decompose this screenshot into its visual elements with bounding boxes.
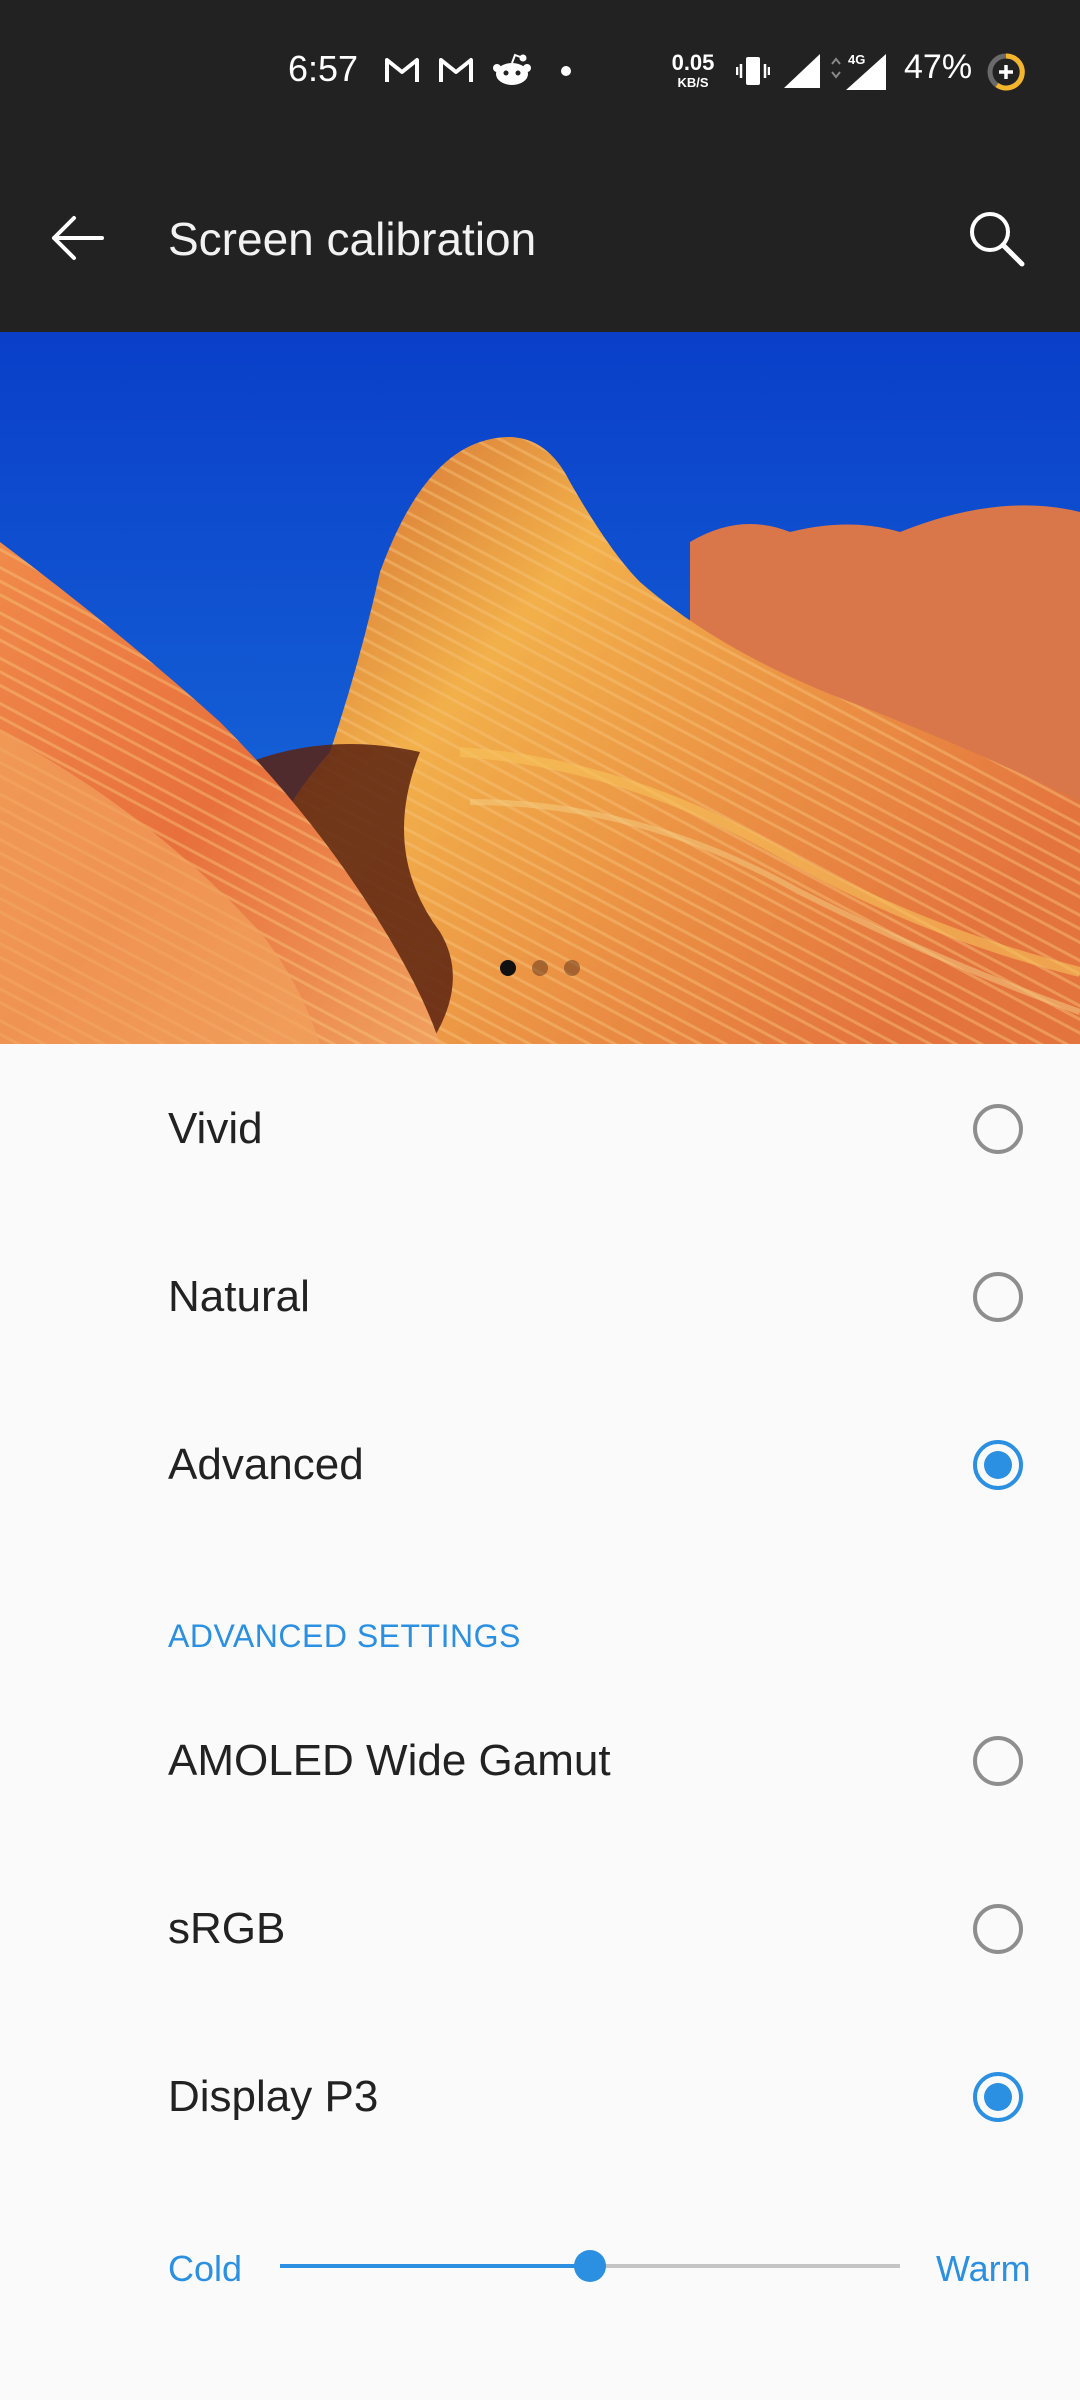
color-temperature-slider: Cold Warm (0, 2226, 1080, 2306)
net-speed-value: 0.05 (671, 50, 715, 75)
page-indicator-dot (532, 960, 548, 976)
slider-min-label: Cold (168, 2248, 243, 2289)
gamut-option-display-p3[interactable]: Display P3 (0, 2013, 1080, 2181)
option-label: Natural (168, 1272, 310, 1321)
gmail-icon (384, 52, 420, 93)
app-bar: Screen calibration (0, 140, 1080, 332)
slider-track[interactable] (280, 2250, 900, 2282)
radio-button[interactable] (973, 1104, 1023, 1154)
gamut-option-amoled[interactable]: AMOLED Wide Gamut (0, 1677, 1080, 1845)
search-icon (960, 212, 1036, 282)
gmail-icon (438, 52, 474, 93)
mode-option-vivid[interactable]: Vivid (0, 1045, 1080, 1213)
radio-button[interactable] (973, 2072, 1023, 2122)
arrow-back-icon (40, 216, 116, 280)
radio-button[interactable] (973, 1904, 1023, 1954)
status-time: 6:57 (288, 48, 359, 89)
mode-option-natural[interactable]: Natural (0, 1213, 1080, 1381)
page-title: Screen calibration (168, 213, 537, 265)
option-label: Advanced (168, 1440, 364, 1489)
preview-image (0, 332, 1080, 1044)
slider-max-label: Warm (936, 2248, 1031, 2289)
radio-button[interactable] (973, 1272, 1023, 1322)
signal-4g-icon: 4G (828, 50, 886, 95)
network-type: 4G (848, 52, 865, 67)
option-label: AMOLED Wide Gamut (168, 1736, 611, 1785)
vibrate-icon (735, 54, 771, 93)
gamut-option-srgb[interactable]: sRGB (0, 1845, 1080, 2013)
search-button[interactable] (960, 202, 1036, 278)
slider-thumb[interactable] (574, 2250, 606, 2282)
battery-saver-icon (986, 52, 1026, 97)
page-indicator (0, 960, 1080, 980)
dot-icon (560, 64, 572, 82)
reddit-icon (492, 52, 532, 93)
back-button[interactable] (40, 200, 116, 276)
net-speed: 0.05 KB/S (668, 50, 718, 90)
radio-button[interactable] (973, 1736, 1023, 1786)
option-label: sRGB (168, 1904, 286, 1953)
status-bar: 6:57 0.05 KB/S 4G 47% (0, 0, 1080, 140)
radio-button[interactable] (973, 1440, 1023, 1490)
mode-option-advanced[interactable]: Advanced (0, 1381, 1080, 1549)
option-label: Display P3 (168, 2072, 379, 2121)
preview-image-carousel[interactable] (0, 332, 1080, 1044)
battery-percentage: 47% (904, 48, 973, 86)
page-indicator-dot (564, 960, 580, 976)
option-label: Vivid (168, 1104, 263, 1153)
section-header: ADVANCED SETTINGS (168, 1618, 521, 1654)
slider-fill (280, 2264, 590, 2268)
signal-icon (784, 54, 820, 93)
net-speed-unit: KB/S (677, 75, 709, 90)
page-indicator-dot (500, 960, 516, 976)
